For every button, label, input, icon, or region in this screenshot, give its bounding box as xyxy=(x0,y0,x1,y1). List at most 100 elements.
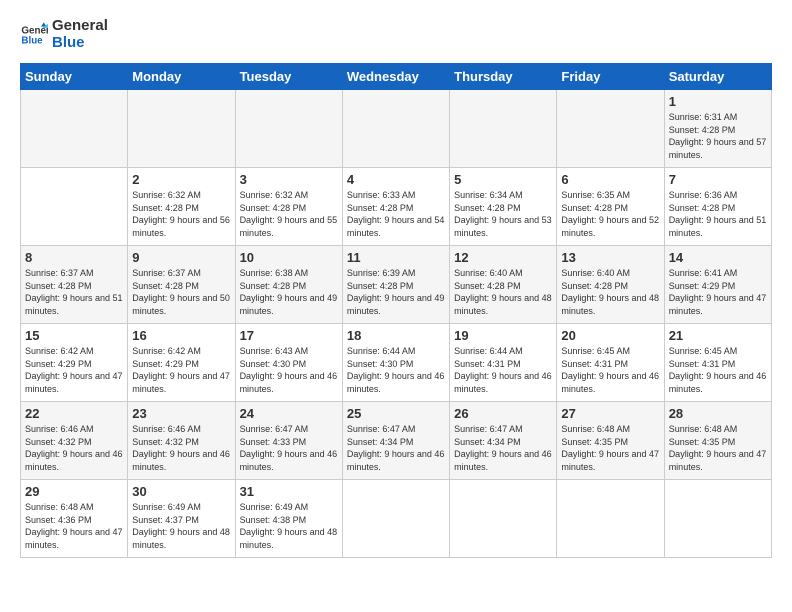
day-number: 16 xyxy=(132,328,230,343)
col-header-monday: Monday xyxy=(128,64,235,90)
day-info: Sunrise: 6:42 AMSunset: 4:29 PMDaylight:… xyxy=(25,345,123,395)
day-number: 19 xyxy=(454,328,552,343)
cal-cell: 23 Sunrise: 6:46 AMSunset: 4:32 PMDayligh… xyxy=(128,402,235,480)
cal-cell xyxy=(557,90,664,168)
day-info: Sunrise: 6:32 AMSunset: 4:28 PMDaylight:… xyxy=(240,189,338,239)
col-header-wednesday: Wednesday xyxy=(342,64,449,90)
day-info: Sunrise: 6:34 AMSunset: 4:28 PMDaylight:… xyxy=(454,189,552,239)
cal-cell: 12Sunrise: 6:40 AMSunset: 4:28 PMDayligh… xyxy=(450,246,557,324)
day-info: Sunrise: 6:41 AMSunset: 4:29 PMDaylight:… xyxy=(669,267,767,317)
day-number: 7 xyxy=(669,172,767,187)
day-number: 27 xyxy=(561,406,659,421)
day-info: Sunrise: 6:44 AMSunset: 4:31 PMDaylight:… xyxy=(454,345,552,395)
cal-cell: 2Sunrise: 6:32 AMSunset: 4:28 PMDaylight… xyxy=(128,168,235,246)
col-header-thursday: Thursday xyxy=(450,64,557,90)
logo-blue: Blue xyxy=(52,35,108,52)
day-info: Sunrise: 6:46 AMSunset: 4:32 PMDaylight:… xyxy=(132,423,230,473)
day-info: Sunrise: 6:36 AMSunset: 4:28 PMDaylight:… xyxy=(669,189,767,239)
week-row-1: 1 Sunrise: 6:31 AMSunset: 4:28 PMDaylight… xyxy=(21,90,772,168)
cal-cell: 11 Sunrise: 6:39 AMSunset: 4:28 PMDayligh… xyxy=(342,246,449,324)
cal-cell: 9 Sunrise: 6:37 AMSunset: 4:28 PMDaylight… xyxy=(128,246,235,324)
cal-cell: 10Sunrise: 6:38 AMSunset: 4:28 PMDayligh… xyxy=(235,246,342,324)
day-info: Sunrise: 6:33 AMSunset: 4:28 PMDaylight:… xyxy=(347,189,445,239)
day-info: Sunrise: 6:42 AMSunset: 4:29 PMDaylight:… xyxy=(132,345,230,395)
day-number: 25 xyxy=(347,406,445,421)
cal-cell xyxy=(450,90,557,168)
logo-general: General xyxy=(52,18,108,35)
day-info: Sunrise: 6:37 AMSunset: 4:28 PMDaylight:… xyxy=(25,267,123,317)
cal-cell: 5Sunrise: 6:34 AMSunset: 4:28 PMDaylight… xyxy=(450,168,557,246)
day-number: 23 xyxy=(132,406,230,421)
col-header-tuesday: Tuesday xyxy=(235,64,342,90)
cal-cell xyxy=(21,90,128,168)
col-header-saturday: Saturday xyxy=(664,64,771,90)
day-info: Sunrise: 6:32 AMSunset: 4:28 PMDaylight:… xyxy=(132,189,230,239)
day-number: 14 xyxy=(669,250,767,265)
cal-cell: 8 Sunrise: 6:37 AMSunset: 4:28 PMDaylight… xyxy=(21,246,128,324)
cal-cell: 21 Sunrise: 6:45 AMSunset: 4:31 PMDayligh… xyxy=(664,324,771,402)
day-info: Sunrise: 6:35 AMSunset: 4:28 PMDaylight:… xyxy=(561,189,659,239)
day-number: 17 xyxy=(240,328,338,343)
day-number: 1 xyxy=(669,94,767,109)
cal-cell xyxy=(342,90,449,168)
cal-cell xyxy=(342,480,449,558)
col-header-sunday: Sunday xyxy=(21,64,128,90)
day-number: 28 xyxy=(669,406,767,421)
day-info: Sunrise: 6:31 AMSunset: 4:28 PMDaylight:… xyxy=(669,111,767,161)
cal-cell: 19 Sunrise: 6:44 AMSunset: 4:31 PMDayligh… xyxy=(450,324,557,402)
cal-cell: 22 Sunrise: 6:46 AMSunset: 4:32 PMDayligh… xyxy=(21,402,128,480)
day-info: Sunrise: 6:37 AMSunset: 4:28 PMDaylight:… xyxy=(132,267,230,317)
cal-cell: 6Sunrise: 6:35 AMSunset: 4:28 PMDaylight… xyxy=(557,168,664,246)
header: General Blue General Blue xyxy=(20,18,772,51)
day-info: Sunrise: 6:49 AMSunset: 4:37 PMDaylight:… xyxy=(132,501,230,551)
cal-cell: 15 Sunrise: 6:42 AMSunset: 4:29 PMDayligh… xyxy=(21,324,128,402)
day-number: 21 xyxy=(669,328,767,343)
cal-cell xyxy=(557,480,664,558)
day-info: Sunrise: 6:47 AMSunset: 4:34 PMDaylight:… xyxy=(454,423,552,473)
week-row-5: 22 Sunrise: 6:46 AMSunset: 4:32 PMDayligh… xyxy=(21,402,772,480)
day-number: 4 xyxy=(347,172,445,187)
day-number: 20 xyxy=(561,328,659,343)
calendar-table: SundayMondayTuesdayWednesdayThursdayFrid… xyxy=(20,63,772,558)
day-number: 10 xyxy=(240,250,338,265)
day-info: Sunrise: 6:47 AMSunset: 4:33 PMDaylight:… xyxy=(240,423,338,473)
cal-cell xyxy=(21,168,128,246)
logo-icon: General Blue xyxy=(20,21,48,49)
day-number: 3 xyxy=(240,172,338,187)
cal-cell: 3 Sunrise: 6:32 AMSunset: 4:28 PMDaylight… xyxy=(235,168,342,246)
cal-cell: 29Sunrise: 6:48 AMSunset: 4:36 PMDayligh… xyxy=(21,480,128,558)
cal-cell xyxy=(664,480,771,558)
cal-cell: 18Sunrise: 6:44 AMSunset: 4:30 PMDayligh… xyxy=(342,324,449,402)
day-info: Sunrise: 6:46 AMSunset: 4:32 PMDaylight:… xyxy=(25,423,123,473)
cal-cell: 27Sunrise: 6:48 AMSunset: 4:35 PMDayligh… xyxy=(557,402,664,480)
cal-cell: 24 Sunrise: 6:47 AMSunset: 4:33 PMDayligh… xyxy=(235,402,342,480)
day-info: Sunrise: 6:44 AMSunset: 4:30 PMDaylight:… xyxy=(347,345,445,395)
day-number: 11 xyxy=(347,250,445,265)
col-header-friday: Friday xyxy=(557,64,664,90)
cal-cell: 14 Sunrise: 6:41 AMSunset: 4:29 PMDayligh… xyxy=(664,246,771,324)
day-number: 26 xyxy=(454,406,552,421)
day-number: 30 xyxy=(132,484,230,499)
day-info: Sunrise: 6:40 AMSunset: 4:28 PMDaylight:… xyxy=(561,267,659,317)
cal-cell: 25Sunrise: 6:47 AMSunset: 4:34 PMDayligh… xyxy=(342,402,449,480)
cal-cell xyxy=(235,90,342,168)
cal-cell: 16 Sunrise: 6:42 AMSunset: 4:29 PMDayligh… xyxy=(128,324,235,402)
day-number: 31 xyxy=(240,484,338,499)
cal-cell: 1 Sunrise: 6:31 AMSunset: 4:28 PMDaylight… xyxy=(664,90,771,168)
week-row-3: 8 Sunrise: 6:37 AMSunset: 4:28 PMDaylight… xyxy=(21,246,772,324)
page-container: General Blue General Blue SundayMondayTu… xyxy=(0,0,792,568)
cal-cell: 28Sunrise: 6:48 AMSunset: 4:35 PMDayligh… xyxy=(664,402,771,480)
day-number: 22 xyxy=(25,406,123,421)
week-row-2: 2Sunrise: 6:32 AMSunset: 4:28 PMDaylight… xyxy=(21,168,772,246)
week-row-6: 29Sunrise: 6:48 AMSunset: 4:36 PMDayligh… xyxy=(21,480,772,558)
day-number: 9 xyxy=(132,250,230,265)
day-number: 29 xyxy=(25,484,123,499)
day-number: 15 xyxy=(25,328,123,343)
day-info: Sunrise: 6:39 AMSunset: 4:28 PMDaylight:… xyxy=(347,267,445,317)
day-number: 8 xyxy=(25,250,123,265)
day-info: Sunrise: 6:45 AMSunset: 4:31 PMDaylight:… xyxy=(669,345,767,395)
day-number: 24 xyxy=(240,406,338,421)
cal-cell: 7 Sunrise: 6:36 AMSunset: 4:28 PMDaylight… xyxy=(664,168,771,246)
day-number: 12 xyxy=(454,250,552,265)
cal-cell: 31Sunrise: 6:49 AMSunset: 4:38 PMDayligh… xyxy=(235,480,342,558)
